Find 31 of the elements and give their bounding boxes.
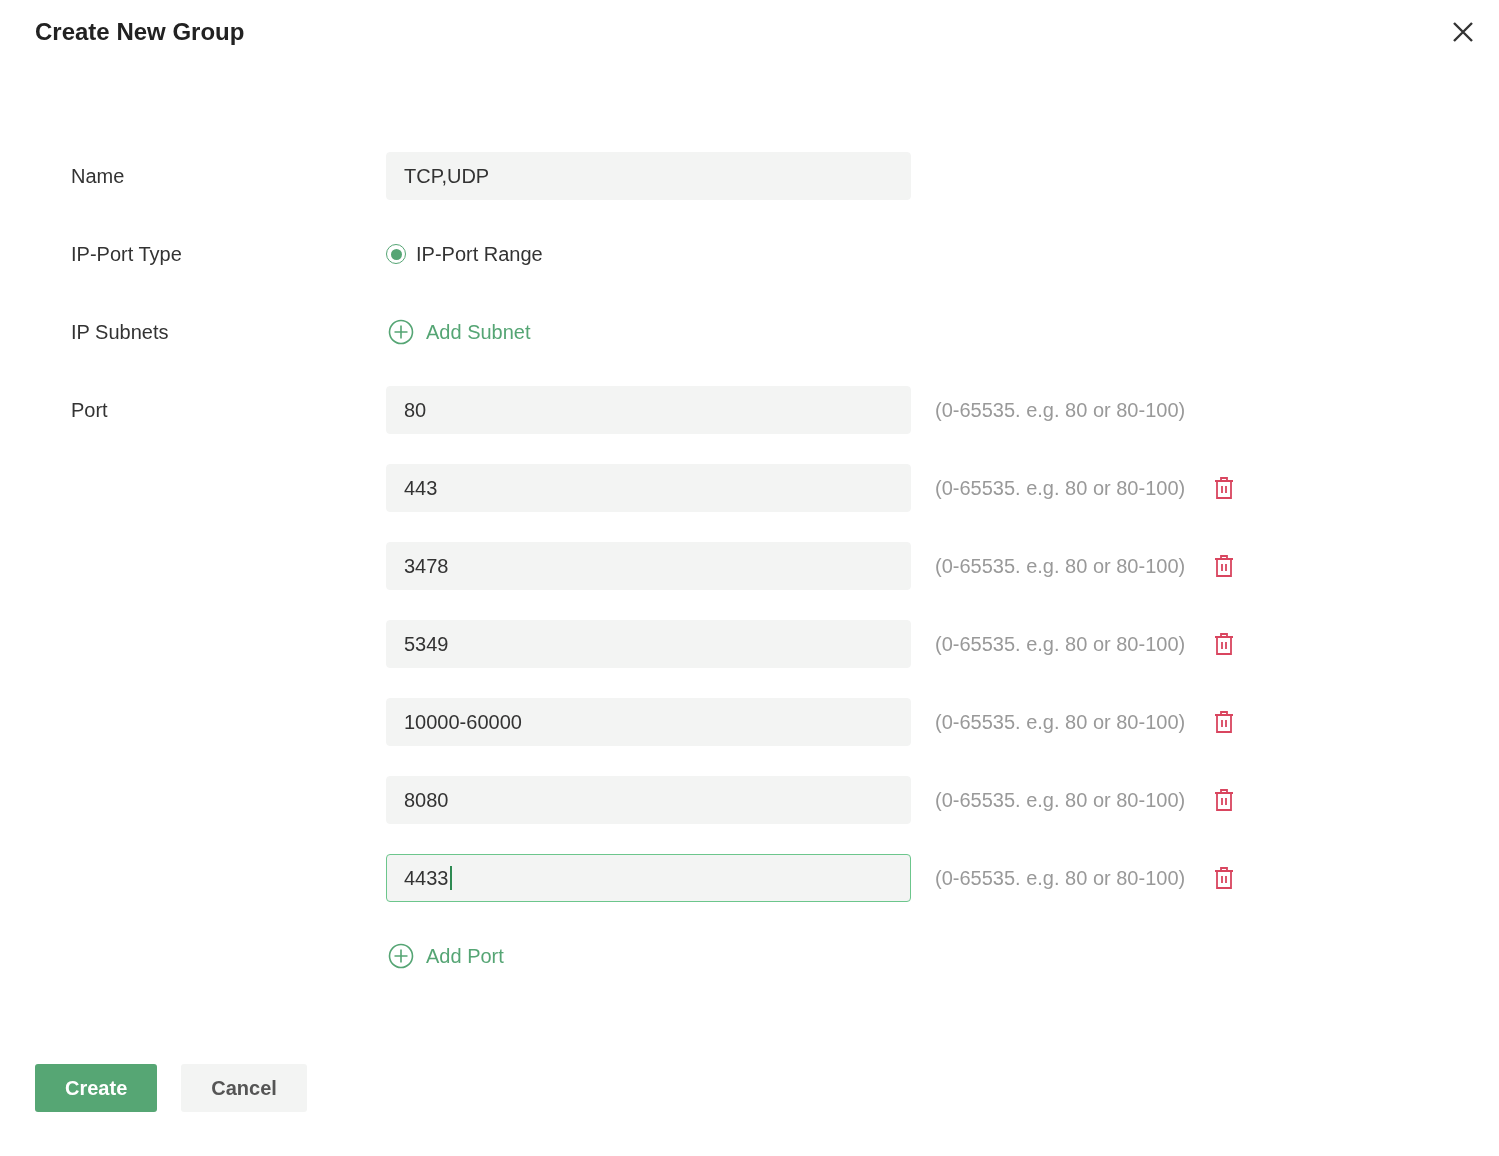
field-label: Name — [71, 164, 126, 188]
trash-icon[interactable] — [1213, 476, 1236, 500]
radio-option[interactable]: IP-Port Range — [386, 242, 543, 266]
hint-text: (0-65535. e.g. 80 or 80-100) — [935, 632, 1186, 656]
trash-icon[interactable] — [1213, 710, 1236, 734]
port-input-field[interactable]: 4433 — [386, 854, 911, 902]
port-input-field[interactable]: 80 — [386, 386, 911, 434]
field-label: Port — [71, 398, 109, 422]
port-input-field[interactable]: 10000-60000 — [386, 698, 911, 746]
port-input-field[interactable]: 8080 — [386, 776, 911, 824]
port-input-field[interactable]: 443 — [386, 464, 911, 512]
hint-text: (0-65535. e.g. 80 or 80-100) — [935, 398, 1186, 422]
field-label: IP-Port Type — [71, 242, 183, 266]
trash-icon[interactable] — [1213, 866, 1236, 890]
hint-text: (0-65535. e.g. 80 or 80-100) — [935, 476, 1186, 500]
plus-circle-icon — [388, 319, 414, 345]
trash-icon[interactable] — [1213, 788, 1236, 812]
trash-icon[interactable] — [1213, 554, 1236, 578]
hint-text: (0-65535. e.g. 80 or 80-100) — [935, 866, 1186, 890]
hint-text: (0-65535. e.g. 80 or 80-100) — [935, 710, 1186, 734]
dialog-title: Create New Group — [35, 18, 245, 46]
close-icon[interactable] — [1452, 21, 1474, 43]
port-input-field[interactable]: 5349 — [386, 620, 911, 668]
plus-circle-icon — [388, 943, 414, 969]
port-input-field[interactable]: 3478 — [386, 542, 911, 590]
name-input-field[interactable]: TCP,UDP — [386, 152, 911, 200]
cancel-button[interactable]: Cancel — [181, 1064, 307, 1112]
hint-text: (0-65535. e.g. 80 or 80-100) — [935, 788, 1186, 812]
trash-icon[interactable] — [1213, 632, 1236, 656]
field-label: IP Subnets — [71, 320, 170, 344]
hint-text: (0-65535. e.g. 80 or 80-100) — [935, 554, 1186, 578]
